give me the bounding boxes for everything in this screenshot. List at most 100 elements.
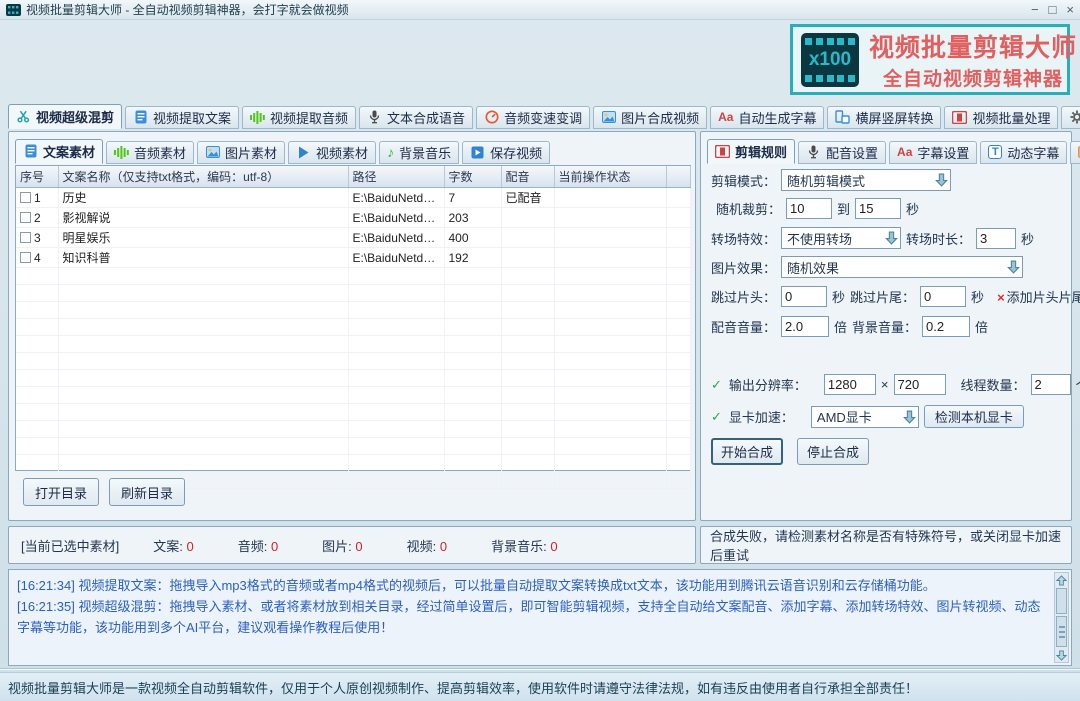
material-tab-2[interactable]: 图片素材 bbox=[197, 141, 285, 164]
material-tab-3[interactable]: 视频素材 bbox=[288, 141, 376, 164]
microphone-icon bbox=[806, 145, 821, 159]
column-header[interactable] bbox=[666, 166, 690, 188]
table-cell bbox=[666, 285, 690, 302]
stop-compose-button[interactable]: 停止合成 bbox=[797, 438, 869, 465]
table-cell bbox=[58, 438, 348, 455]
table-cell bbox=[16, 302, 58, 319]
column-header[interactable]: 当前操作状态 bbox=[554, 166, 666, 188]
transition-dropdown[interactable]: 不使用转场 bbox=[781, 227, 901, 249]
table-row[interactable]: 3明星娱乐E:\BaiduNetd…400 bbox=[16, 228, 690, 248]
row-checkbox[interactable] bbox=[20, 232, 31, 243]
column-header[interactable]: 配音 bbox=[501, 166, 554, 188]
table-cell bbox=[16, 336, 58, 353]
column-header[interactable]: 字数 bbox=[444, 166, 501, 188]
table-row[interactable]: 2影视解说E:\BaiduNetd…203 bbox=[16, 208, 690, 228]
rules-tab-2[interactable]: Aa字幕设置 bbox=[889, 141, 977, 164]
scroll-down-icon[interactable] bbox=[1055, 648, 1068, 662]
refresh-directory-button[interactable]: 刷新目录 bbox=[109, 478, 185, 506]
rules-tab-3[interactable]: T动态字幕 bbox=[980, 141, 1067, 164]
table-cell bbox=[444, 302, 501, 319]
tab-label: 自动生成字幕 bbox=[738, 108, 816, 127]
main-tab-1[interactable]: 视频提取文案 bbox=[125, 106, 239, 129]
scroll-up-icon[interactable] bbox=[1055, 573, 1068, 587]
start-compose-button[interactable]: 开始合成 bbox=[711, 438, 783, 465]
table-cell bbox=[58, 404, 348, 421]
column-header[interactable]: 文案名称（仅支持txt格式，编码：utf-8） bbox=[58, 166, 348, 188]
main-tab-6[interactable]: Aa自动生成字幕 bbox=[710, 106, 824, 129]
selection-status-prefix: [当前已选中素材] bbox=[21, 536, 119, 555]
transition-label: 转场特效： bbox=[711, 229, 776, 248]
table-cell bbox=[554, 455, 666, 472]
maximize-button[interactable]: □ bbox=[1049, 1, 1057, 19]
material-tab-0[interactable]: 文案素材 bbox=[15, 139, 103, 164]
main-tab-7[interactable]: 横屏竖屏转换 bbox=[827, 106, 941, 129]
threads-input[interactable] bbox=[1031, 374, 1071, 395]
detect-gpu-button[interactable]: 检测本机显卡 bbox=[924, 405, 1024, 428]
open-directory-button[interactable]: 打开目录 bbox=[23, 478, 99, 506]
column-header[interactable]: 序号 bbox=[16, 166, 58, 188]
row-checkbox[interactable] bbox=[20, 192, 31, 203]
rules-tab-1[interactable]: 配音设置 bbox=[798, 141, 886, 164]
resolution-width-input[interactable] bbox=[824, 374, 876, 395]
material-tab-4[interactable]: ♪背景音乐 bbox=[379, 141, 459, 164]
row-checkbox-cell[interactable]: 3 bbox=[16, 228, 58, 248]
scrollbar-thumb[interactable] bbox=[1056, 616, 1067, 647]
main-tab-8[interactable]: 视频批量处理 bbox=[944, 106, 1058, 129]
tab-label: 视频提取音频 bbox=[270, 108, 348, 127]
resolution-height-input[interactable] bbox=[894, 374, 946, 395]
skip-head-input[interactable] bbox=[781, 286, 827, 307]
image-icon bbox=[601, 110, 616, 124]
voice-volume-input[interactable] bbox=[781, 316, 829, 337]
table-row[interactable]: 4知识科普E:\BaiduNetd…192 bbox=[16, 248, 690, 268]
edit-mode-value: 随机剪辑模式 bbox=[787, 171, 865, 190]
edit-mode-dropdown[interactable]: 随机剪辑模式 bbox=[781, 169, 951, 191]
main-tab-4[interactable]: 音频变速变调 bbox=[476, 106, 590, 129]
table-cell bbox=[444, 353, 501, 370]
random-cut-from-input[interactable] bbox=[786, 198, 832, 219]
random-cut-to-input[interactable] bbox=[855, 198, 901, 219]
random-cut-label: 随机裁剪： bbox=[716, 199, 781, 218]
row-checkbox-cell[interactable]: 4 bbox=[16, 248, 58, 268]
table-cell bbox=[444, 285, 501, 302]
minimize-button[interactable]: − bbox=[1031, 1, 1039, 19]
bg-volume-input[interactable] bbox=[922, 316, 970, 337]
table-row[interactable]: 1历史E:\BaiduNetd…7已配音 bbox=[16, 188, 690, 208]
table-cell bbox=[444, 268, 501, 285]
count-value: 0 bbox=[440, 539, 447, 554]
resolution-label: 输出分辨率： bbox=[729, 375, 807, 394]
log-output[interactable]: [16:21:34] 视频提取文案：拖拽导入mp3格式的音频或者mp4格式的视频… bbox=[8, 569, 1072, 666]
row-checkbox[interactable] bbox=[20, 252, 31, 263]
row-checkbox[interactable] bbox=[20, 212, 31, 223]
scrollbar-track[interactable] bbox=[1056, 588, 1067, 614]
table-cell bbox=[554, 438, 666, 455]
image-effect-dropdown[interactable]: 随机效果 bbox=[781, 256, 1023, 278]
selection-counts: 文案: 0音频: 0图片: 0视频: 0背景音乐: 0 bbox=[119, 536, 557, 555]
skip-tail-input[interactable] bbox=[920, 286, 966, 307]
table-cell bbox=[666, 228, 690, 248]
transition-duration-input[interactable] bbox=[976, 228, 1016, 249]
table-cell bbox=[348, 268, 444, 285]
main-tab-2[interactable]: 视频提取音频 bbox=[242, 106, 356, 129]
rules-tab-0[interactable]: 剪辑规则 bbox=[707, 139, 795, 164]
material-tab-1[interactable]: 音频素材 bbox=[106, 141, 194, 164]
table-cell bbox=[348, 438, 444, 455]
row-checkbox-cell[interactable]: 2 bbox=[16, 208, 58, 228]
table-cell bbox=[501, 353, 554, 370]
table-cell bbox=[16, 455, 58, 472]
selection-count: 文案: 0 bbox=[153, 536, 193, 555]
table-cell bbox=[501, 319, 554, 336]
main-tab-3[interactable]: 文本合成语音 bbox=[359, 106, 473, 129]
log-scrollbar[interactable] bbox=[1054, 572, 1069, 663]
rules-tab-4[interactable]: 素材目录 bbox=[1070, 141, 1080, 164]
close-button[interactable]: × bbox=[1066, 1, 1074, 19]
gpu-dropdown[interactable]: AMD显卡 bbox=[811, 406, 919, 428]
script-material-table[interactable]: 序号文案名称（仅支持txt格式，编码：utf-8）路径字数配音当前操作状态1历史… bbox=[15, 165, 691, 471]
table-cell bbox=[666, 404, 690, 421]
row-checkbox-cell[interactable]: 1 bbox=[16, 188, 58, 208]
main-tab-5[interactable]: 图片合成视频 bbox=[593, 106, 707, 129]
main-tab-0[interactable]: 视频超级混剪 bbox=[8, 104, 122, 129]
column-header[interactable]: 路径 bbox=[348, 166, 444, 188]
material-tab-5[interactable]: 保存视频 bbox=[462, 141, 550, 164]
main-tab-9[interactable]: 软件参数设置 bbox=[1061, 106, 1080, 129]
add-head-tail-checkbox[interactable]: ×添加片头片尾 bbox=[997, 287, 1080, 306]
